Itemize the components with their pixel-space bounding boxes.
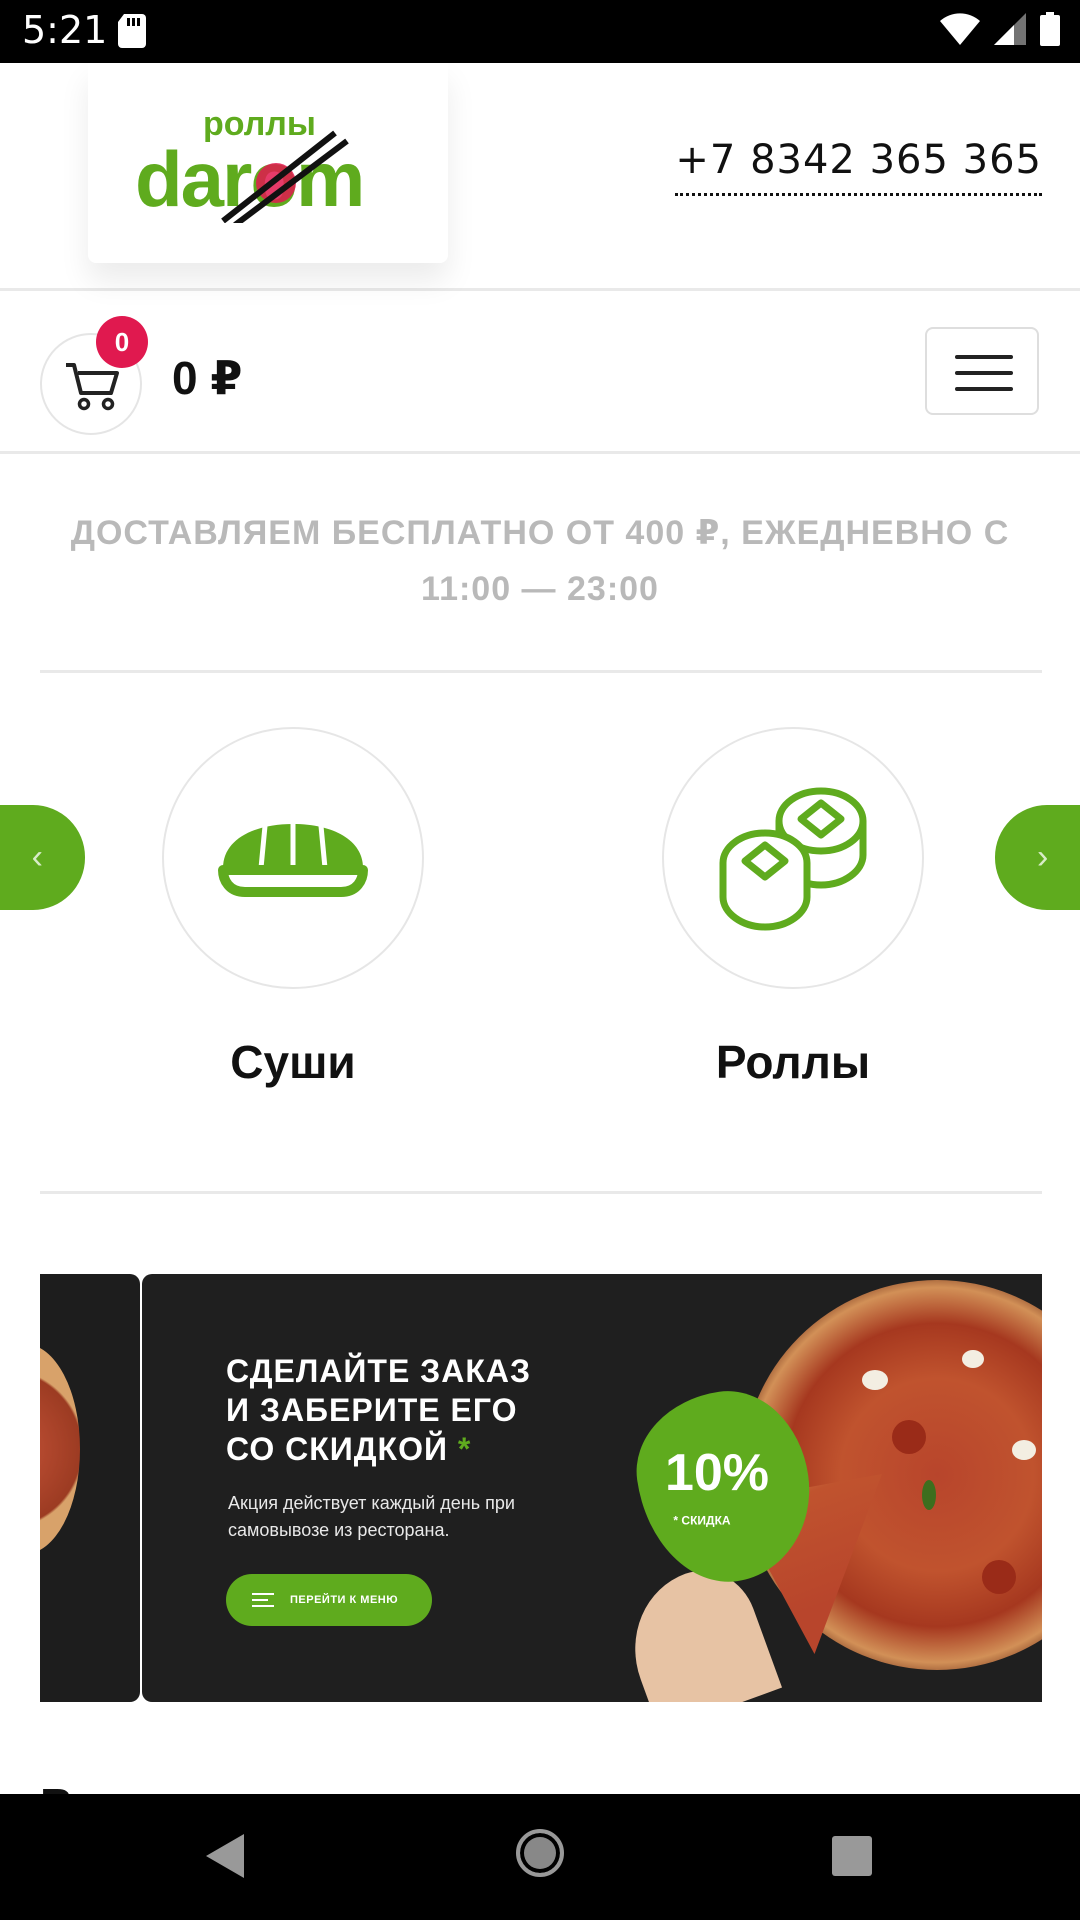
carousel-next-button[interactable]: › [995, 805, 1080, 910]
hand-image [611, 1555, 783, 1702]
cart-count-badge: 0 [96, 316, 148, 368]
menu-lines-icon [252, 1593, 274, 1611]
category-sushi[interactable]: Суши [162, 727, 424, 1088]
status-time: 5:21 [22, 8, 108, 52]
signal-icon [994, 13, 1026, 50]
rolls-icon [719, 787, 867, 931]
site-header: роллы darom +7 8342 365 365 [0, 63, 1080, 291]
category-label: Суши [230, 1036, 356, 1088]
promo-banner[interactable]: СДЕЛАЙТЕ ЗАКАЗ И ЗАБЕРИТЕ ЕГО СО СКИДКОЙ… [142, 1274, 1042, 1702]
cart-icon [66, 363, 119, 411]
category-label: Роллы [715, 1036, 871, 1088]
sd-card-icon [118, 14, 146, 53]
go-to-menu-button[interactable]: ПЕРЕЙТИ К МЕНЮ [226, 1574, 432, 1626]
logo-mark: роллы darom [135, 105, 365, 223]
battery-icon [1040, 12, 1060, 51]
sushi-icon [218, 822, 368, 897]
cart-total: 0 ₽ [172, 352, 243, 404]
category-rolls[interactable]: Роллы [662, 727, 924, 1088]
carousel-prev-button[interactable]: ‹ [0, 805, 85, 910]
cart-bar: 0 0 ₽ [0, 291, 1080, 454]
system-nav-bar [0, 1794, 1080, 1920]
category-icon-circle [662, 727, 924, 989]
recents-icon[interactable] [832, 1836, 872, 1876]
divider [40, 670, 1042, 673]
wifi-icon [940, 13, 980, 50]
hamburger-icon [955, 355, 1013, 359]
pizza-image [40, 1344, 80, 1554]
back-icon[interactable] [206, 1834, 244, 1883]
svg-text:darom: darom [135, 135, 363, 223]
delivery-info: ДОСТАВЛЯЕМ БЕСПЛАТНО ОТ 400 ₽, ЕЖЕДНЕВНО… [70, 514, 1010, 608]
status-bar: 5:21 [0, 0, 1080, 63]
phone-link[interactable]: +7 8342 365 365 [675, 137, 1042, 196]
home-icon[interactable] [516, 1829, 564, 1877]
banner-description: Акция действует каждый день при самовыво… [228, 1493, 515, 1540]
category-icon-circle [162, 727, 424, 989]
banner-title: СДЕЛАЙТЕ ЗАКАЗ И ЗАБЕРИТЕ ЕГО СО СКИДКОЙ… [226, 1353, 532, 1467]
divider [40, 1191, 1042, 1194]
hamburger-menu-button[interactable] [925, 327, 1039, 415]
logo[interactable]: роллы darom [88, 63, 448, 263]
banner-previous-slide[interactable] [40, 1274, 140, 1702]
